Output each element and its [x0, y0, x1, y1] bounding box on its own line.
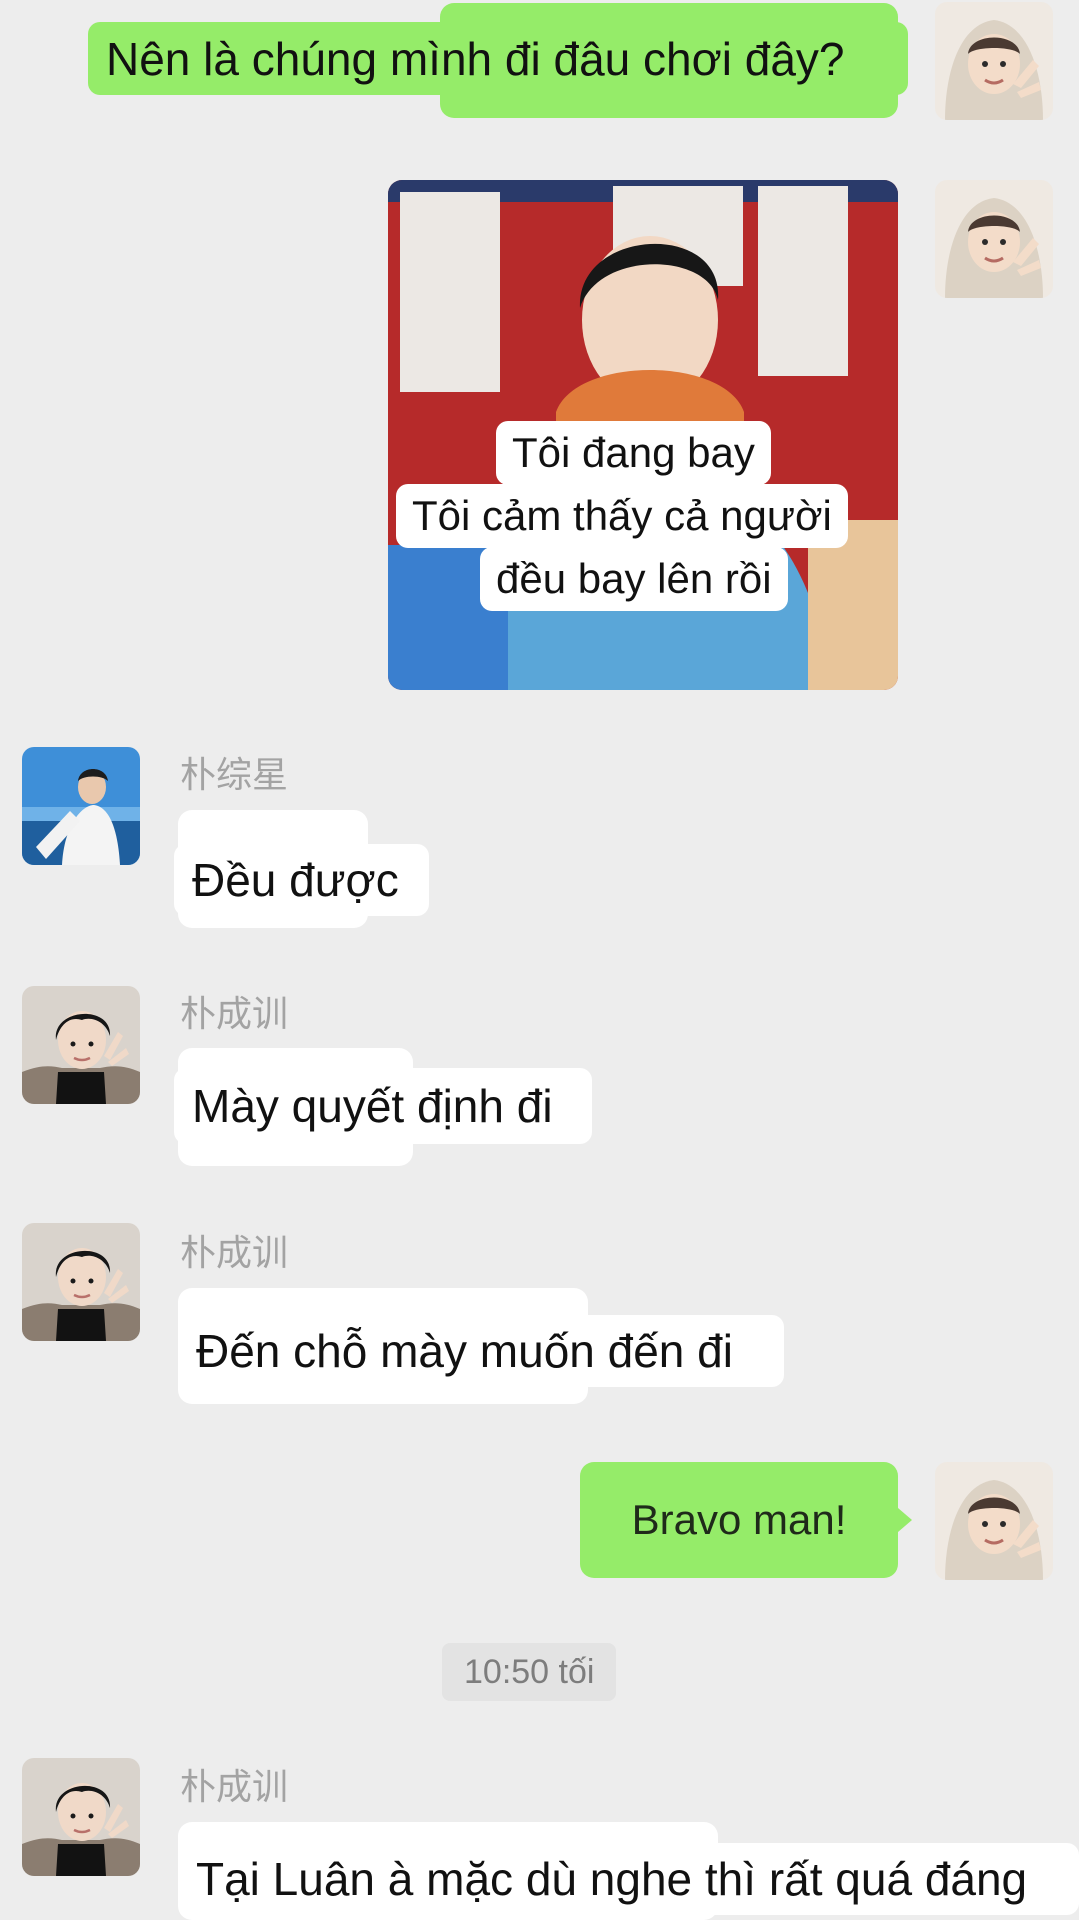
avatar-seaside-icon: [22, 747, 140, 865]
avatar-hoodie-peace-sign-icon: [935, 2, 1053, 120]
message-bubble-outgoing[interactable]: Nên là chúng mình đi đâu chơi đây?: [88, 22, 908, 95]
message-bubble-incoming[interactable]: Tại Luân à mặc dù nghe thì rất quá đáng: [178, 1843, 1079, 1915]
image-caption-line-1: Tôi đang bay: [496, 421, 771, 485]
sender-avatar-sunghoon[interactable]: [22, 986, 140, 1104]
message-bubble-incoming[interactable]: Đến chỗ mày muốn đến đi: [178, 1315, 784, 1387]
message-bubble-outgoing[interactable]: Bravo man!: [580, 1462, 898, 1578]
avatar-dark-hair-peace-sign-icon: [22, 1758, 140, 1876]
sender-name: 朴成训: [180, 994, 289, 1035]
message-text: Mày quyết định đi: [192, 1080, 553, 1132]
sender-avatar-jongseong[interactable]: [22, 747, 140, 865]
sender-name: 朴成训: [180, 1767, 289, 1808]
time-divider: 10:50 tối: [442, 1643, 617, 1701]
message-text: Nên là chúng mình đi đâu chơi đây?: [106, 32, 845, 85]
bubble-tail: [898, 1508, 912, 1532]
message-text: Đều được: [192, 854, 399, 906]
message-text: Tại Luân à mặc dù nghe thì rất quá đáng: [196, 1853, 1028, 1905]
avatar-hoodie-peace-sign-icon: [935, 180, 1053, 298]
message-bubble-incoming[interactable]: Mày quyết định đi: [174, 1068, 592, 1144]
avatar-dark-hair-peace-sign-icon: [22, 1223, 140, 1341]
image-caption-line-2: Tôi cảm thấy cả người: [396, 484, 848, 548]
message-text: Đến chỗ mày muốn đến đi: [196, 1325, 733, 1377]
avatar-dark-hair-peace-sign-icon: [22, 986, 140, 1104]
self-avatar[interactable]: [935, 180, 1053, 298]
sender-name: 朴成训: [180, 1233, 289, 1274]
avatar-hoodie-peace-sign-icon: [935, 1462, 1053, 1580]
self-avatar[interactable]: [935, 2, 1053, 120]
self-avatar[interactable]: [935, 1462, 1053, 1580]
image-caption-line-3: đều bay lên rồi: [480, 547, 788, 611]
message-text: Bravo man!: [631, 1496, 847, 1543]
message-bubble-incoming[interactable]: Đều được: [174, 844, 429, 916]
sender-name: 朴综星: [180, 755, 289, 796]
sender-avatar-sunghoon[interactable]: [22, 1223, 140, 1341]
sender-avatar-sunghoon[interactable]: [22, 1758, 140, 1876]
